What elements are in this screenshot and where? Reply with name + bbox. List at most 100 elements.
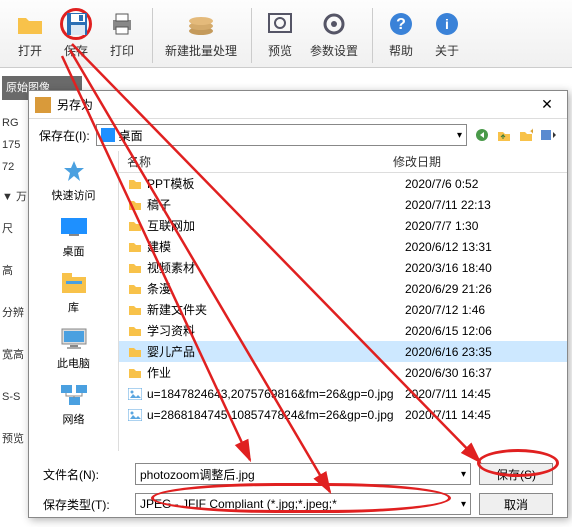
folder-icon (127, 366, 143, 380)
chevron-down-icon[interactable]: ▾ (461, 469, 466, 480)
place-label: 快速访问 (52, 187, 96, 203)
cancel-button[interactable]: 取消 (479, 493, 553, 515)
gear-icon (318, 8, 350, 40)
chevron-down-icon[interactable]: ▾ (461, 499, 466, 510)
file-row[interactable]: u=2868184745 1085747824&fm=26&gp=0.jpg20… (119, 404, 567, 425)
preview-icon (264, 8, 296, 40)
file-row[interactable]: PPT模板2020/7/6 0:52 (119, 173, 567, 194)
params-button[interactable]: 参数设置 (304, 4, 364, 67)
save-confirm-button[interactable]: 保存(S) (479, 463, 553, 485)
main-toolbar: 打开 保存 打印 新建批量处理 预览 参数设置 ? 帮助 i 关于 (0, 0, 572, 68)
file-name: u=1847824643,2075769816&fm=26&gp=0.jpg (147, 387, 401, 401)
file-date: 2020/6/30 16:37 (401, 366, 567, 380)
filetype-value: JPEG - JFIF Compliant (*.jpg;*.jpeg;* (140, 497, 337, 511)
dialog-title-text: 另存为 (57, 96, 533, 113)
print-label: 打印 (110, 42, 134, 59)
file-row[interactable]: 互联网加2020/7/7 1:30 (119, 215, 567, 236)
file-list-header[interactable]: 名称 修改日期 (119, 151, 567, 173)
file-date: 2020/6/15 12:06 (401, 324, 567, 338)
file-date: 2020/6/16 23:35 (401, 345, 567, 359)
libraries-icon (57, 269, 91, 297)
nav-icons: ✦ (473, 126, 557, 144)
help-button[interactable]: ? 帮助 (379, 4, 423, 67)
image-icon (127, 387, 143, 401)
about-button[interactable]: i 关于 (425, 4, 469, 67)
save-button[interactable]: 保存 (54, 4, 98, 67)
star-icon (57, 157, 91, 185)
filetype-dropdown[interactable]: JPEG - JFIF Compliant (*.jpg;*.jpeg;* ▾ (135, 493, 471, 515)
savein-value: 桌面 (119, 127, 143, 144)
place-label: 此电脑 (57, 355, 90, 371)
file-row[interactable]: u=1847824643,2075769816&fm=26&gp=0.jpg20… (119, 383, 567, 404)
file-row[interactable]: 建模2020/6/12 13:31 (119, 236, 567, 257)
folder-icon (127, 240, 143, 254)
filename-input[interactable]: photozoom调整后.jpg▾ (135, 463, 471, 485)
file-row[interactable]: 视频素材2020/3/16 18:40 (119, 257, 567, 278)
file-date: 2020/7/11 14:45 (401, 387, 567, 401)
batch-label: 新建批量处理 (165, 42, 237, 59)
file-name: 互联网加 (147, 217, 401, 234)
file-date: 2020/3/16 18:40 (401, 261, 567, 275)
file-rows[interactable]: PPT模板2020/7/6 0:52稿子2020/7/11 22:13互联网加2… (119, 173, 567, 449)
folder-icon (127, 282, 143, 296)
divider (372, 8, 373, 63)
info-icon: i (431, 8, 463, 40)
file-date: 2020/6/29 21:26 (401, 282, 567, 296)
file-date: 2020/7/6 0:52 (401, 177, 567, 191)
file-row[interactable]: 稿子2020/7/11 22:13 (119, 194, 567, 215)
file-name: 视频素材 (147, 259, 401, 276)
col-name[interactable]: 名称 (119, 153, 389, 170)
filename-label: 文件名(N): (43, 466, 127, 483)
folder-icon (127, 303, 143, 317)
help-icon: ? (385, 8, 417, 40)
svg-text:i: i (445, 16, 449, 32)
open-label: 打开 (18, 42, 42, 59)
place-desktop[interactable]: 桌面 (57, 213, 91, 259)
viewmenu-icon[interactable] (539, 126, 557, 144)
svg-text:✦: ✦ (529, 128, 533, 136)
file-row[interactable]: 新建文件夹2020/7/12 1:46 (119, 299, 567, 320)
place-thispc[interactable]: 此电脑 (57, 325, 91, 371)
desktop-icon (57, 213, 91, 241)
place-network[interactable]: 网络 (57, 381, 91, 427)
file-name: 作业 (147, 364, 401, 381)
file-name: 婴儿产品 (147, 343, 401, 360)
close-button[interactable]: ✕ (533, 95, 561, 115)
col-date[interactable]: 修改日期 (389, 153, 567, 170)
network-icon (57, 381, 91, 409)
file-row[interactable]: 条漫2020/6/29 21:26 (119, 278, 567, 299)
params-label: 参数设置 (310, 42, 358, 59)
dialog-body: 快速访问 桌面 库 此电脑 网络 名称 修改日期 (29, 151, 567, 451)
batch-button[interactable]: 新建批量处理 (159, 4, 243, 67)
open-button[interactable]: 打开 (8, 4, 52, 67)
savein-dropdown[interactable]: 桌面 ▾ (96, 124, 467, 146)
about-label: 关于 (435, 42, 459, 59)
print-button[interactable]: 打印 (100, 4, 144, 67)
place-quickaccess[interactable]: 快速访问 (52, 157, 96, 203)
file-list: 名称 修改日期 PPT模板2020/7/6 0:52稿子2020/7/11 22… (119, 151, 567, 451)
file-row[interactable]: 作业2020/6/30 16:37 (119, 362, 567, 383)
dialog-topbar: 保存在(I): 桌面 ▾ ✦ (29, 119, 567, 151)
place-label: 网络 (63, 411, 85, 427)
up-icon[interactable] (495, 126, 513, 144)
dialog-bottom: 文件名(N): photozoom调整后.jpg▾ 保存(S) 保存类型(T):… (29, 451, 567, 527)
back-icon[interactable] (473, 126, 491, 144)
savein-label: 保存在(I): (39, 127, 90, 144)
place-label: 桌面 (63, 243, 85, 259)
file-name: 条漫 (147, 280, 401, 297)
preview-button[interactable]: 预览 (258, 4, 302, 67)
file-name: u=2868184745 1085747824&fm=26&gp=0.jpg (147, 408, 401, 422)
folder-icon (127, 261, 143, 275)
file-name: 新建文件夹 (147, 301, 401, 318)
print-icon (106, 8, 138, 40)
file-name: 稿子 (147, 196, 401, 213)
place-libraries[interactable]: 库 (57, 269, 91, 315)
file-name: PPT模板 (147, 175, 401, 192)
folder-icon (127, 177, 143, 191)
newfolder-icon[interactable]: ✦ (517, 126, 535, 144)
file-name: 建模 (147, 238, 401, 255)
file-row[interactable]: 学习资料2020/6/15 12:06 (119, 320, 567, 341)
file-row[interactable]: 婴儿产品2020/6/16 23:35 (119, 341, 567, 362)
save-label: 保存 (64, 42, 88, 59)
dialog-titlebar[interactable]: 另存为 ✕ (29, 91, 567, 119)
